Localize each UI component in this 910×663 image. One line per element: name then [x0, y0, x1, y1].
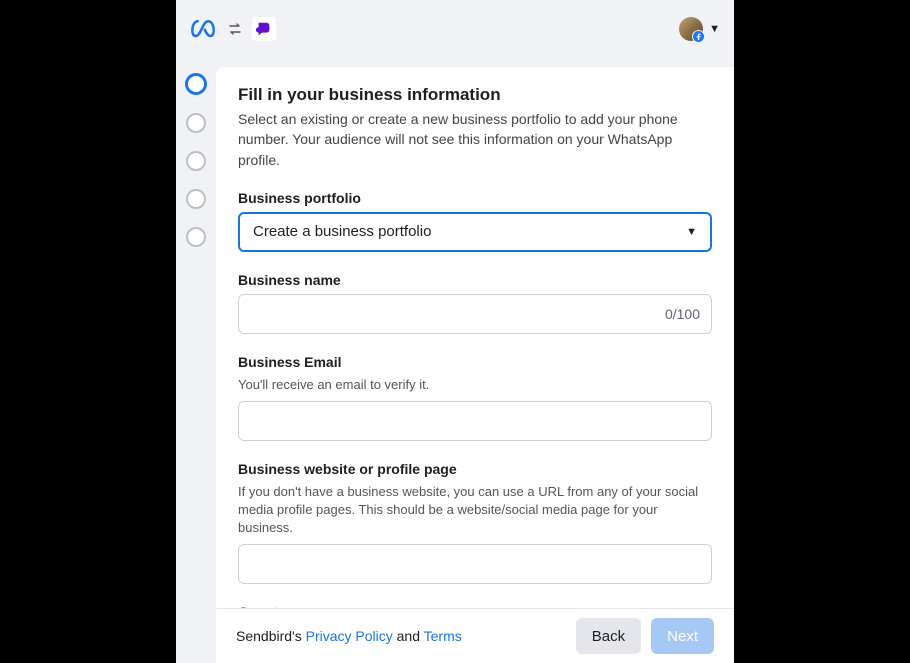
step-5[interactable] — [186, 227, 206, 247]
step-1[interactable] — [185, 73, 207, 95]
country-label: Country — [238, 604, 712, 608]
legal-text: Sendbird's Privacy Policy and Terms — [236, 628, 462, 644]
sendbird-app-icon[interactable] — [252, 17, 276, 41]
top-bar: ▼ — [176, 0, 734, 57]
business-website-input[interactable] — [238, 544, 712, 584]
chevron-down-icon: ▼ — [686, 226, 697, 238]
business-name-field: Business name 0/100 — [238, 272, 712, 334]
business-website-field: Business website or profile page If you … — [238, 461, 712, 584]
business-name-input[interactable] — [238, 294, 712, 334]
profile-caret-icon[interactable]: ▼ — [709, 23, 720, 35]
switch-icon[interactable] — [226, 20, 244, 38]
terms-link[interactable]: Terms — [424, 628, 462, 644]
footer-buttons: Back Next — [576, 618, 714, 654]
page-subtitle: Select an existing or create a new busin… — [238, 109, 712, 170]
meta-logo-icon[interactable] — [190, 15, 218, 43]
form-panel: Fill in your business information Select… — [216, 67, 734, 608]
main-row: Fill in your business information Select… — [176, 57, 734, 608]
portfolio-label: Business portfolio — [238, 190, 712, 206]
business-portfolio-field: Business portfolio Create a business por… — [238, 190, 712, 252]
email-label: Business Email — [238, 354, 712, 370]
country-field: Country Select a Country ▼ — [238, 604, 712, 608]
profile-avatar[interactable] — [679, 17, 703, 41]
privacy-link[interactable]: Privacy Policy — [306, 628, 393, 644]
footer: Sendbird's Privacy Policy and Terms Back… — [216, 608, 734, 663]
page-title: Fill in your business information — [238, 85, 712, 105]
stepper — [176, 57, 216, 608]
portfolio-select[interactable]: Create a business portfolio ▼ — [238, 212, 712, 252]
app-viewport: ▼ Fill in your business information Sele… — [176, 0, 734, 663]
name-char-count: 0/100 — [665, 306, 700, 322]
facebook-badge-icon — [692, 30, 705, 43]
website-label: Business website or profile page — [238, 461, 712, 477]
website-help: If you don't have a business website, yo… — [238, 483, 712, 536]
next-button[interactable]: Next — [651, 618, 714, 654]
email-help: You'll receive an email to verify it. — [238, 376, 712, 394]
business-email-field: Business Email You'll receive an email t… — [238, 354, 712, 442]
legal-prefix: Sendbird's — [236, 628, 306, 644]
step-3[interactable] — [186, 151, 206, 171]
step-4[interactable] — [186, 189, 206, 209]
topbar-right: ▼ — [679, 17, 720, 41]
name-label: Business name — [238, 272, 712, 288]
business-email-input[interactable] — [238, 401, 712, 441]
topbar-left — [190, 15, 276, 43]
back-button[interactable]: Back — [576, 618, 641, 654]
portfolio-value: Create a business portfolio — [253, 223, 431, 240]
step-2[interactable] — [186, 113, 206, 133]
legal-and: and — [393, 628, 424, 644]
